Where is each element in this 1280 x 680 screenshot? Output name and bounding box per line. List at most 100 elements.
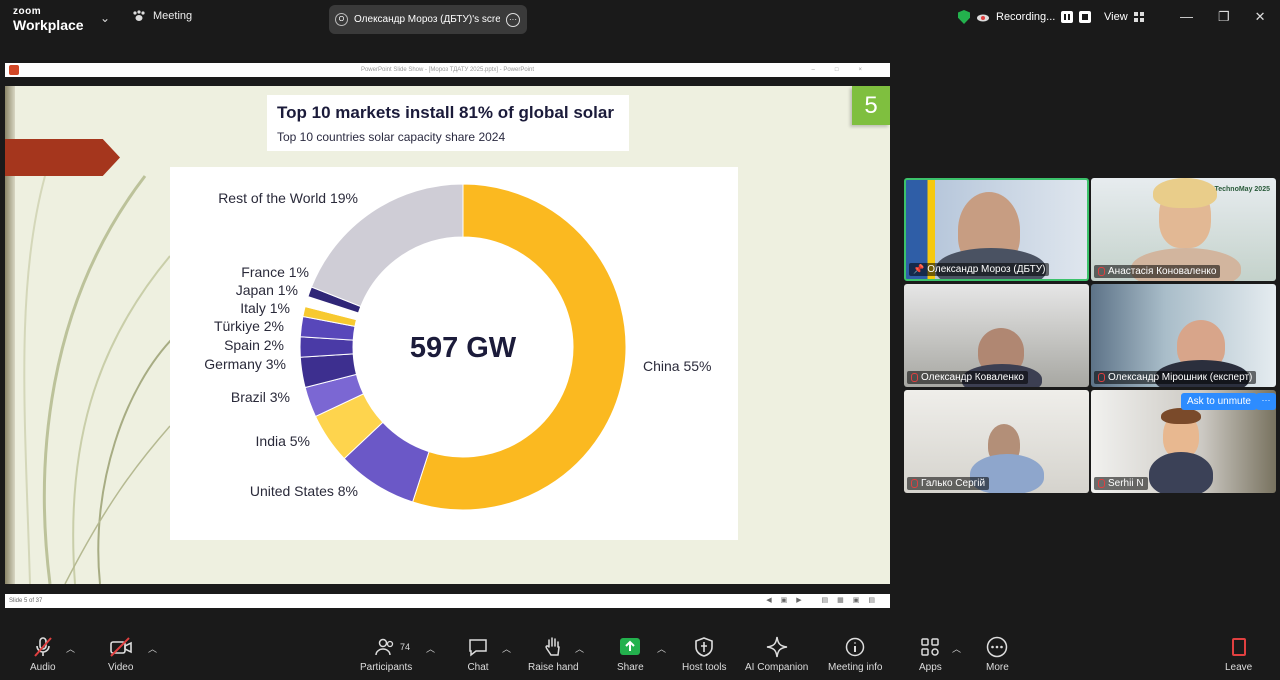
audio-options-caret[interactable]: ︿ (66, 642, 75, 655)
recording-status: Recording... (958, 10, 1092, 24)
ai-companion-label: AI Companion (745, 662, 809, 673)
mic-muted-icon (911, 479, 918, 488)
mic-muted-icon (1098, 479, 1105, 488)
paw-icon (133, 10, 145, 21)
participant-name-tag: 📌 Олександр Мороз (ДБТУ) (909, 263, 1050, 276)
participant-hair (1153, 178, 1217, 208)
restore-icon[interactable]: ❐ (1218, 9, 1230, 25)
participant-name: Serhii N (1108, 478, 1144, 489)
slice-label: Rest of the World 19% (218, 190, 358, 206)
participant-tile-5[interactable]: Галько Сергій (904, 390, 1089, 493)
top-bar: zoom Workplace ⌄ Meeting O Олександр Мор… (0, 0, 1280, 38)
event-logo: TechnoMay 2025 (1214, 186, 1270, 193)
ppt-window-controls: –□× (811, 67, 882, 73)
raise-hand-button[interactable]: Raise hand (528, 636, 579, 673)
mic-muted-icon (1098, 373, 1105, 382)
view-button[interactable]: View (1104, 11, 1144, 23)
chat-icon (469, 639, 487, 657)
share-options-caret[interactable]: ︿ (657, 642, 666, 655)
meeting-label: Meeting (153, 10, 193, 22)
mic-muted-icon (34, 637, 52, 657)
zoom-logo: zoom Workplace (13, 6, 84, 33)
camera-off-icon (109, 637, 132, 657)
host-tools-label: Host tools (682, 662, 727, 673)
chat-label: Chat (467, 662, 489, 673)
participant-name: Галько Сергій (921, 478, 986, 489)
sharer-avatar: O (335, 13, 348, 26)
leave-door-icon (1231, 638, 1246, 656)
mic-muted-icon (1098, 267, 1105, 276)
raise-hand-label: Raise hand (528, 662, 579, 673)
slide-subtitle: Top 10 countries solar capacity share 20… (277, 130, 506, 144)
slice-label: France 1% (241, 264, 309, 280)
participant-name-tag: Олександр Коваленко (907, 371, 1028, 384)
participants-count: 74 (400, 642, 411, 652)
participants-icon (375, 638, 394, 656)
participants-label: Participants (360, 662, 413, 673)
more-button[interactable]: More (986, 636, 1009, 673)
slide-number: 5 (852, 86, 890, 125)
slideshow-status-bar: Slide 5 of 37 ◀▣▶ ▤▦▣▤ (5, 594, 890, 608)
logo-top: zoom (13, 6, 42, 17)
leave-button[interactable]: Leave (1225, 636, 1252, 673)
share-options-icon[interactable]: ··· (506, 12, 520, 27)
mic-muted-icon (911, 373, 918, 382)
participant-tile-2[interactable]: TechnoMay 2025 Анастасія Коноваленко (1091, 178, 1276, 281)
participant-tile-4[interactable]: Олександр Мірошник (експерт) (1091, 284, 1276, 387)
slice-label: Brazil 3% (231, 389, 290, 405)
audio-button[interactable]: Audio (30, 636, 56, 673)
donut-center-label: 597 GW (410, 332, 517, 364)
participant-tile-1[interactable]: 📌 Олександр Мороз (ДБТУ) (904, 178, 1089, 281)
participant-name: Олександр Мірошник (експерт) (1108, 372, 1253, 383)
slice-label: China 55% (643, 358, 712, 374)
presentation-slide: 5 Top 10 markets install 81% of global s… (5, 86, 890, 584)
powerpoint-titlebar: PowerPoint Slide Show - [Мороз ТДАТУ 202… (5, 63, 890, 77)
share-button[interactable]: Share (617, 636, 644, 673)
participant-tile-3[interactable]: Олександр Коваленко (904, 284, 1089, 387)
audio-label: Audio (30, 662, 56, 673)
video-button[interactable]: Video (108, 636, 133, 673)
chevron-down-icon[interactable]: ⌄ (100, 11, 110, 25)
participant-name-tag: Галько Сергій (907, 477, 990, 490)
slice-label: Japan 1% (236, 282, 298, 298)
host-tools-button[interactable]: Host tools (682, 636, 726, 673)
meeting-button[interactable]: Meeting (132, 10, 192, 22)
apps-label: Apps (919, 662, 942, 673)
tile-more-options-button[interactable]: ··· (1256, 393, 1276, 410)
screen-share-pill[interactable]: O Олександр Мороз (ДБТУ)'s scree ··· (329, 5, 527, 34)
participant-name-tag: Serhii N (1094, 477, 1148, 490)
video-options-caret[interactable]: ︿ (148, 642, 157, 655)
donut-chart: China 55% United States 8% India 5% Brazil … (204, 183, 712, 511)
ask-to-unmute-button[interactable]: Ask to unmute (1181, 393, 1257, 410)
participant-name: Олександр Коваленко (921, 372, 1024, 383)
avatar-body (1149, 452, 1213, 493)
chat-options-caret[interactable]: ︿ (502, 642, 511, 655)
ai-companion-button[interactable]: AI Companion (745, 636, 808, 673)
pause-recording-button[interactable] (1061, 11, 1074, 23)
shield-icon (695, 637, 714, 657)
stop-recording-button[interactable] (1079, 11, 1092, 23)
slice-label: United States 8% (250, 483, 358, 499)
meeting-toolbar: Audio ︿ Video ︿ Participants 74 ︿ Chat ︿… (0, 630, 1280, 680)
participant-name: Олександр Мороз (ДБТУ) (927, 264, 1046, 275)
share-label-toolbar: Share (617, 662, 644, 673)
leave-label: Leave (1225, 662, 1253, 673)
participants-options-caret[interactable]: ︿ (426, 642, 435, 655)
slideshow-controls[interactable]: ◀▣▶ ▤▦▣▤ (766, 594, 884, 608)
slice-label: India 5% (256, 433, 310, 449)
apps-options-caret[interactable]: ︿ (952, 642, 961, 655)
share-label: Олександр Мороз (ДБТУ)'s scree (354, 14, 500, 25)
raise-hand-options-caret[interactable]: ︿ (575, 642, 584, 655)
meeting-info-button[interactable]: Meeting info (828, 636, 882, 673)
minimize-icon[interactable]: — (1180, 9, 1193, 25)
apps-button[interactable]: Apps (919, 636, 942, 673)
chat-button[interactable]: Chat (467, 636, 489, 673)
avatar-hat (1161, 408, 1201, 424)
cloud-record-icon (977, 14, 989, 22)
slice-label: Italy 1% (240, 300, 290, 316)
close-icon[interactable]: ✕ (1255, 9, 1266, 25)
grid-view-icon (1133, 12, 1144, 22)
video-label: Video (108, 662, 134, 673)
more-label: More (986, 662, 1009, 673)
info-icon (845, 637, 865, 657)
